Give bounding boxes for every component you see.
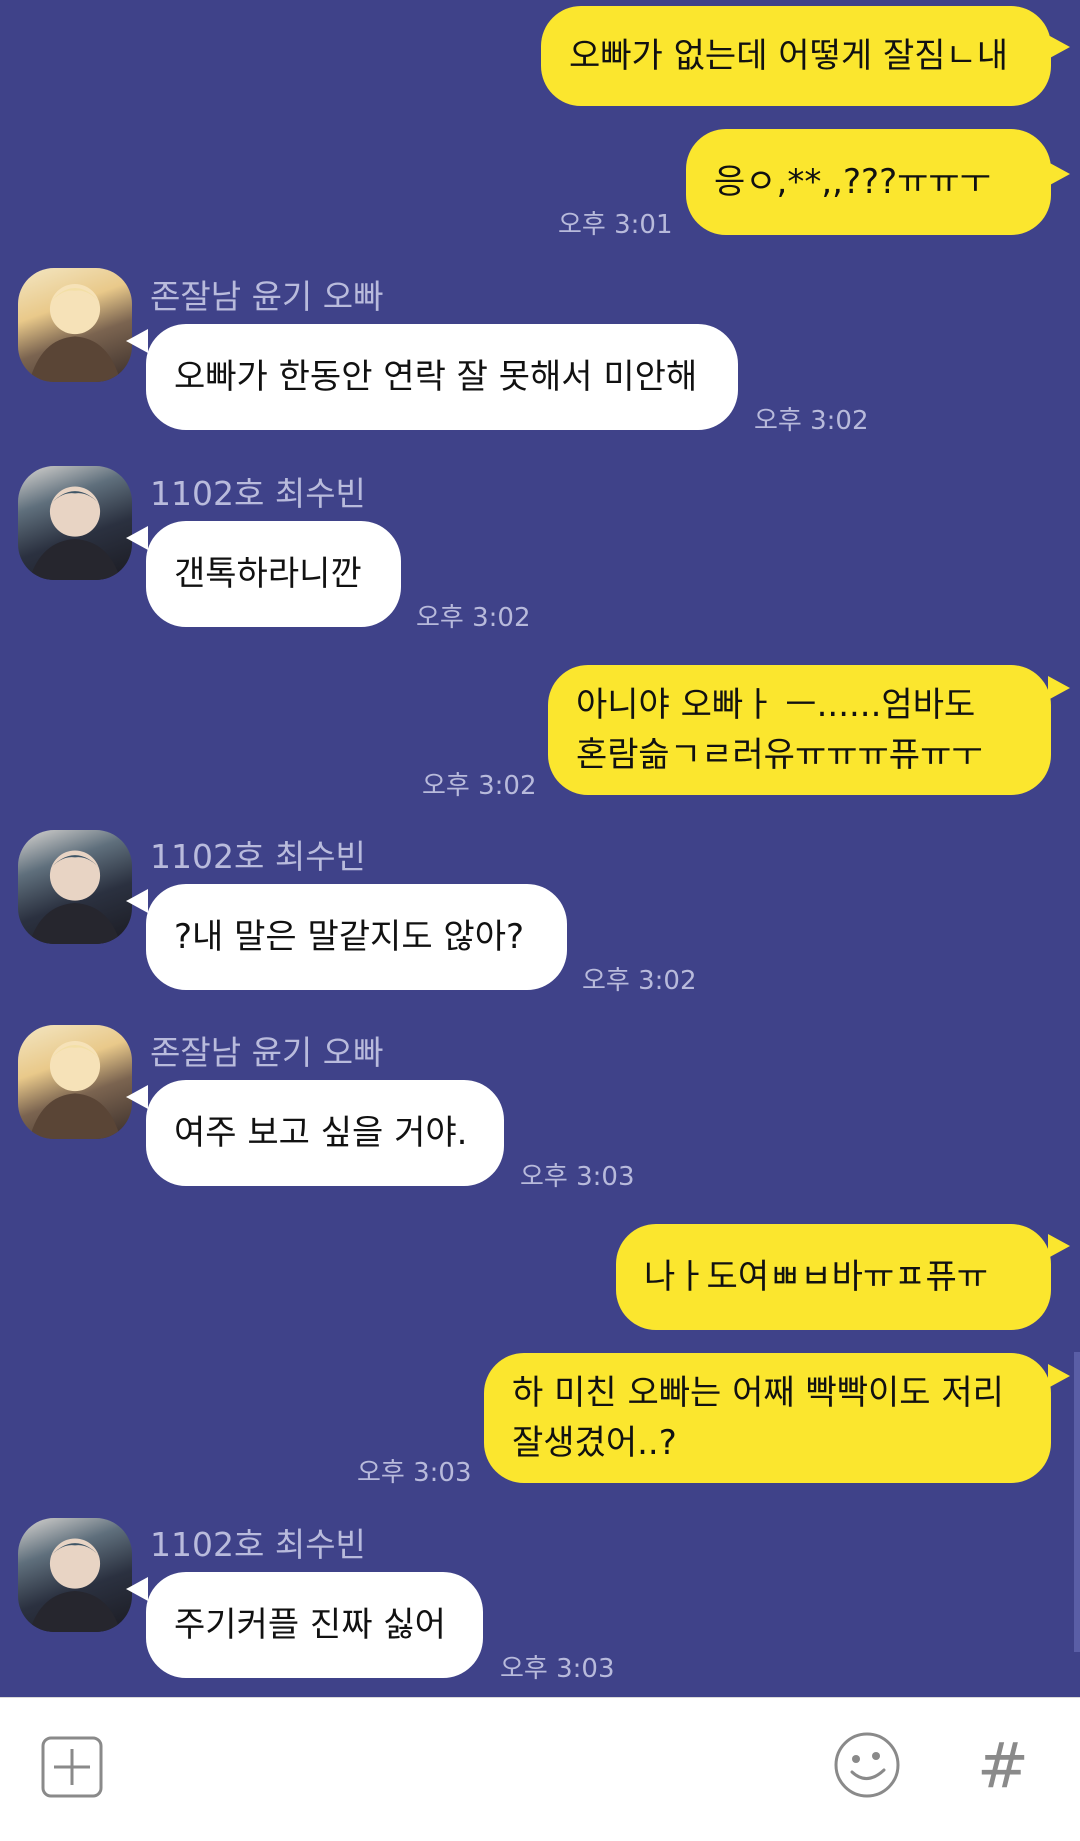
message-bubble-theirs[interactable]: 오빠가 한동안 연락 잘 못해서 미안해 [146,324,738,430]
avatar-photo-icon [29,1538,121,1632]
sender-name: 존잘남 윤기 오빠 [150,1033,384,1072]
bubble-tail [1048,1234,1070,1258]
bubble-tail [126,1085,148,1109]
message-text: 응ㅇ,**,,???ㅠㅠㅜ [714,162,991,202]
message-timestamp: 오후 3:01 [558,210,673,240]
message-text: 갠톡하라니깐 [174,554,362,594]
bubble-tail [1048,676,1070,700]
message-text: 나ㅏ도여ㅃㅂ바ㅠㅍ퓨ㅠ [644,1257,989,1297]
message-bubble-mine[interactable]: 아니야 오빠ㅏ ㅡ......엄바도 혼람슮ㄱㄹ러유ㅠㅠㅠ퓨ㅠㅜ [548,665,1051,795]
message-timestamp: 오후 3:02 [754,406,869,436]
message-timestamp: 오후 3:02 [422,771,537,801]
avatar-soobin[interactable] [18,466,132,580]
message-bubble-mine[interactable]: 오빠가 없는데 어떻게 잘짐ㄴ내 [541,6,1051,106]
add-button[interactable] [38,1733,106,1801]
message-timestamp: 오후 3:03 [520,1162,635,1192]
message-text: 오빠가 한동안 연락 잘 못해서 미안해 [174,357,698,397]
message-timestamp: 오후 3:02 [416,603,531,633]
bubble-tail [126,1577,148,1601]
bubble-tail [126,329,148,353]
emoji-button[interactable] [830,1728,904,1802]
bubble-tail [1048,35,1070,59]
sender-name: 존잘남 윤기 오빠 [150,277,384,316]
message-text-line: 혼람슮ㄱㄹ러유ㅠㅠㅠ퓨ㅠㅜ [576,735,983,775]
message-text-line: 아니야 오빠ㅏ ㅡ......엄바도 [576,685,976,725]
avatar-yoongi[interactable] [18,268,132,382]
hashtag-icon: # [977,1729,1029,1802]
message-bubble-theirs[interactable]: 여주 보고 싶을 거야. [146,1080,504,1186]
message-bubble-theirs[interactable]: 갠톡하라니깐 [146,521,401,627]
message-timestamp: 오후 3:03 [500,1654,615,1684]
avatar-soobin[interactable] [18,1518,132,1632]
message-text-line: 하 미친 오빠는 어째 빡빡이도 저리 [512,1373,1004,1413]
message-bubble-theirs[interactable]: ?내 말은 말같지도 않아? [146,884,567,990]
message-timestamp: 오후 3:03 [357,1458,472,1488]
sender-name: 1102호 최수빈 [150,1525,366,1564]
avatar-soobin[interactable] [18,830,132,944]
avatar-photo-icon [29,283,121,382]
bubble-tail [1048,162,1070,186]
message-bubble-mine[interactable]: 나ㅏ도여ㅃㅂ바ㅠㅍ퓨ㅠ [616,1224,1051,1330]
message-text: 주기커플 진짜 싫어 [174,1605,446,1645]
smiley-icon [834,1732,900,1798]
scrollbar[interactable] [1074,1352,1080,1652]
sender-name: 1102호 최수빈 [150,837,366,876]
avatar-photo-icon [29,850,121,944]
bubble-tail [126,526,148,550]
message-bubble-mine[interactable]: 응ㅇ,**,,???ㅠㅠㅜ [686,129,1051,235]
message-text: ?내 말은 말같지도 않아? [174,917,525,957]
bubble-tail [126,889,148,913]
sender-name: 1102호 최수빈 [150,474,366,513]
avatar-photo-icon [29,1040,121,1139]
hashtag-button[interactable]: # [970,1726,1036,1806]
message-bubble-theirs[interactable]: 주기커플 진짜 싫어 [146,1572,483,1678]
message-bubble-mine[interactable]: 하 미친 오빠는 어째 빡빡이도 저리 잘생겼어..? [484,1353,1051,1483]
chat-area: 오빠가 없는데 어떻게 잘짐ㄴ내 응ㅇ,**,,???ㅠㅠㅜ 오후 3:01 존… [0,0,1080,1697]
message-timestamp: 오후 3:02 [582,966,697,996]
message-text-line: 잘생겼어..? [512,1423,677,1463]
input-bar: # [0,1697,1080,1841]
avatar-photo-icon [29,486,121,580]
bubble-tail [1048,1364,1070,1388]
avatar-yoongi[interactable] [18,1025,132,1139]
message-text: 오빠가 없는데 어떻게 잘짐ㄴ내 [569,36,1009,76]
message-text: 여주 보고 싶을 거야. [174,1113,468,1153]
plus-square-icon [41,1736,103,1798]
